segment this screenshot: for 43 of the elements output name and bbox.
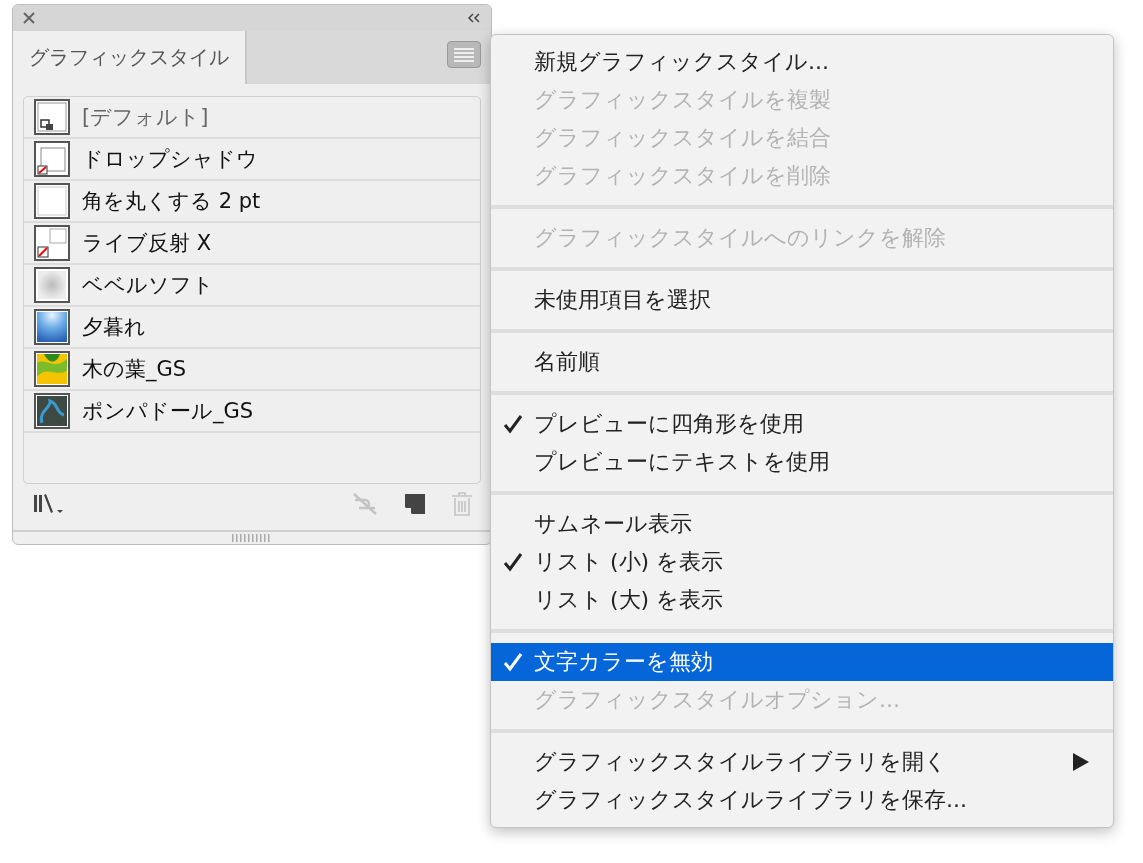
style-list-item[interactable]: [デフォルト] [24, 97, 480, 139]
style-thumbnail-icon [34, 99, 70, 135]
style-thumbnail-icon [34, 225, 70, 261]
menu-item[interactable]: 名前順 [491, 343, 1113, 381]
menu-item[interactable]: プレビューにテキストを使用 [491, 443, 1113, 481]
style-list-item[interactable]: ベベルソフト [24, 265, 480, 307]
library-icon[interactable] [33, 493, 65, 516]
style-list-item[interactable]: ライブ反射 X [24, 223, 480, 265]
menu-item[interactable]: サムネール表示 [491, 505, 1113, 543]
panel-tab[interactable]: グラフィックスタイル [13, 31, 247, 84]
menu-item[interactable]: グラフィックスタイルライブラリを開く [491, 743, 1113, 781]
style-thumbnail-icon [34, 183, 70, 219]
menu-item[interactable]: リスト (小) を表示 [491, 543, 1113, 581]
style-name: [デフォルト] [82, 104, 209, 131]
style-name: ドロップシャドウ [82, 146, 258, 173]
new-style-icon[interactable] [405, 494, 425, 515]
close-icon[interactable] [23, 12, 35, 24]
style-list-item[interactable]: 角を丸くする 2 pt [24, 181, 480, 223]
resize-grip-icon[interactable] [232, 534, 272, 543]
style-thumbnail-icon [34, 309, 70, 345]
style-name: ベベルソフト [82, 272, 214, 299]
style-name: 角を丸くする 2 pt [82, 188, 261, 215]
collapse-chevrons-icon[interactable] [467, 13, 481, 23]
style-list-item[interactable]: ポンパドール_GS [24, 391, 480, 433]
menu-item[interactable]: 未使用項目を選択 [491, 281, 1113, 319]
style-thumbnail-icon [34, 267, 70, 303]
menu-item[interactable]: 文字カラーを無効 [491, 643, 1113, 681]
menu-item[interactable]: 新規グラフィックスタイル... [491, 43, 1113, 81]
panel-menu-button[interactable] [447, 41, 481, 68]
style-name: ポンパドール_GS [82, 398, 254, 425]
style-name: ライブ反射 X [82, 230, 212, 257]
menu-item[interactable]: リスト (大) を表示 [491, 581, 1113, 619]
style-list-item[interactable]: ドロップシャドウ [24, 139, 480, 181]
menu-item[interactable]: プレビューに四角形を使用 [491, 405, 1113, 443]
style-thumbnail-icon [34, 141, 70, 177]
style-list-item[interactable]: 木の葉_GS [24, 349, 480, 391]
style-name: 夕暮れ [82, 314, 146, 341]
style-thumbnail-icon [34, 393, 70, 429]
style-name: 木の葉_GS [82, 356, 187, 383]
menu-icon [454, 47, 474, 62]
style-list-item[interactable]: 夕暮れ [24, 307, 480, 349]
menu-item[interactable]: グラフィックスタイルライブラリを保存... [491, 781, 1113, 819]
style-thumbnail-icon [34, 351, 70, 387]
